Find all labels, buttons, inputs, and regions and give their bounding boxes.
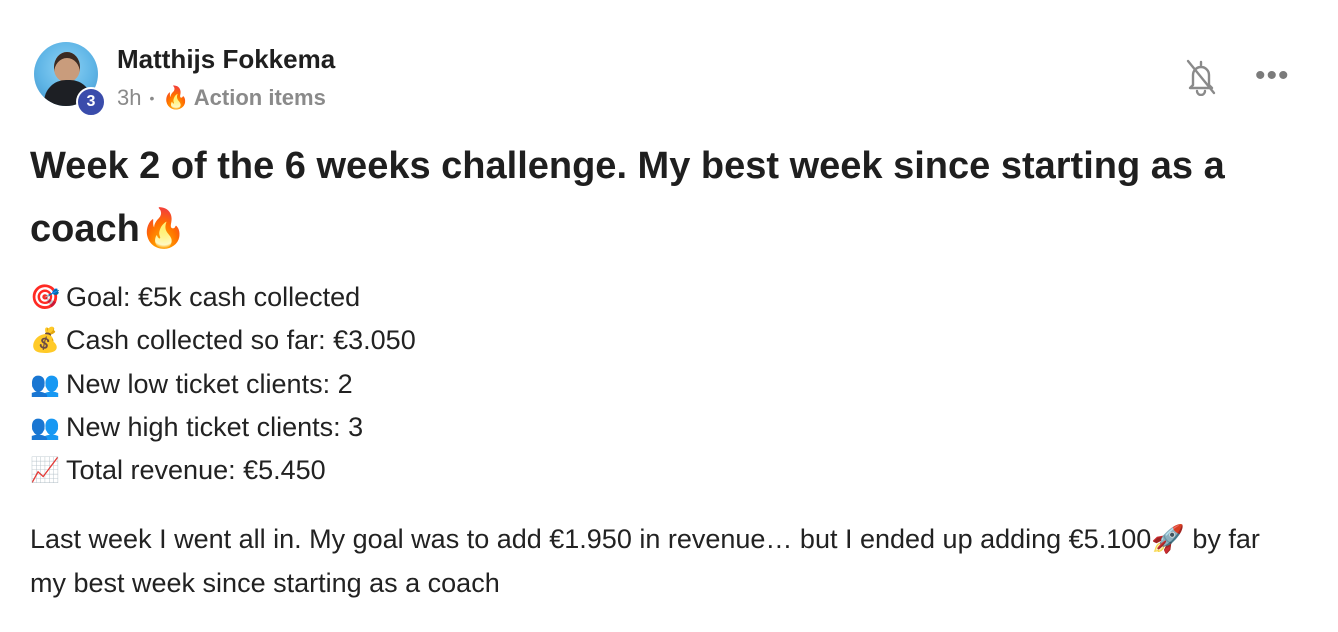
author-name[interactable]: Matthijs Fokkema: [117, 44, 335, 75]
post-title: Week 2 of the 6 weeks challenge. My best…: [30, 145, 1225, 250]
more-options-icon[interactable]: •••: [1255, 61, 1289, 91]
list-item: 👥 New high ticket clients: 3: [30, 406, 416, 449]
fire-icon: 🔥: [162, 85, 190, 110]
stat-text: Goal: €5k cash collected: [66, 282, 361, 312]
bell-off-icon[interactable]: [1184, 58, 1218, 97]
stat-text: Cash collected so far: €3.050: [66, 325, 416, 356]
post-body: Last week I went all in. My goal was to …: [30, 524, 1260, 598]
meta-separator: •: [149, 90, 155, 106]
stats-list: 🎯 Goal: €5k cash collected 💰 Cash collec…: [30, 276, 416, 492]
people-icon: 👥: [30, 413, 60, 441]
list-item: 📈 Total revenue: €5.450: [30, 449, 416, 492]
post-meta: 3h • 🔥 Action items: [117, 85, 326, 111]
post-time: 3h: [117, 85, 142, 110]
post-category[interactable]: Action items: [194, 85, 326, 111]
author-avatar-wrap[interactable]: 3: [34, 42, 106, 117]
stat-text: Total revenue: €5.450: [66, 455, 326, 486]
money-bag-icon: 💰: [30, 327, 60, 355]
list-item: 🎯 Goal: €5k cash collected: [30, 276, 416, 319]
target-icon: 🎯: [30, 284, 60, 311]
avatar-head: [54, 52, 80, 82]
list-item: 👥 New low ticket clients: 2: [30, 363, 416, 406]
post-card: 3 Matthijs Fokkema 3h • 🔥 Action items •…: [0, 0, 1338, 632]
chart-up-icon: 📈: [30, 457, 60, 485]
level-badge: 3: [76, 87, 106, 117]
list-item: 💰 Cash collected so far: €3.050: [30, 319, 416, 362]
stat-text: New high ticket clients: 3: [66, 411, 364, 442]
people-icon: 👥: [30, 370, 60, 398]
stat-text: New low ticket clients: 2: [66, 368, 353, 399]
